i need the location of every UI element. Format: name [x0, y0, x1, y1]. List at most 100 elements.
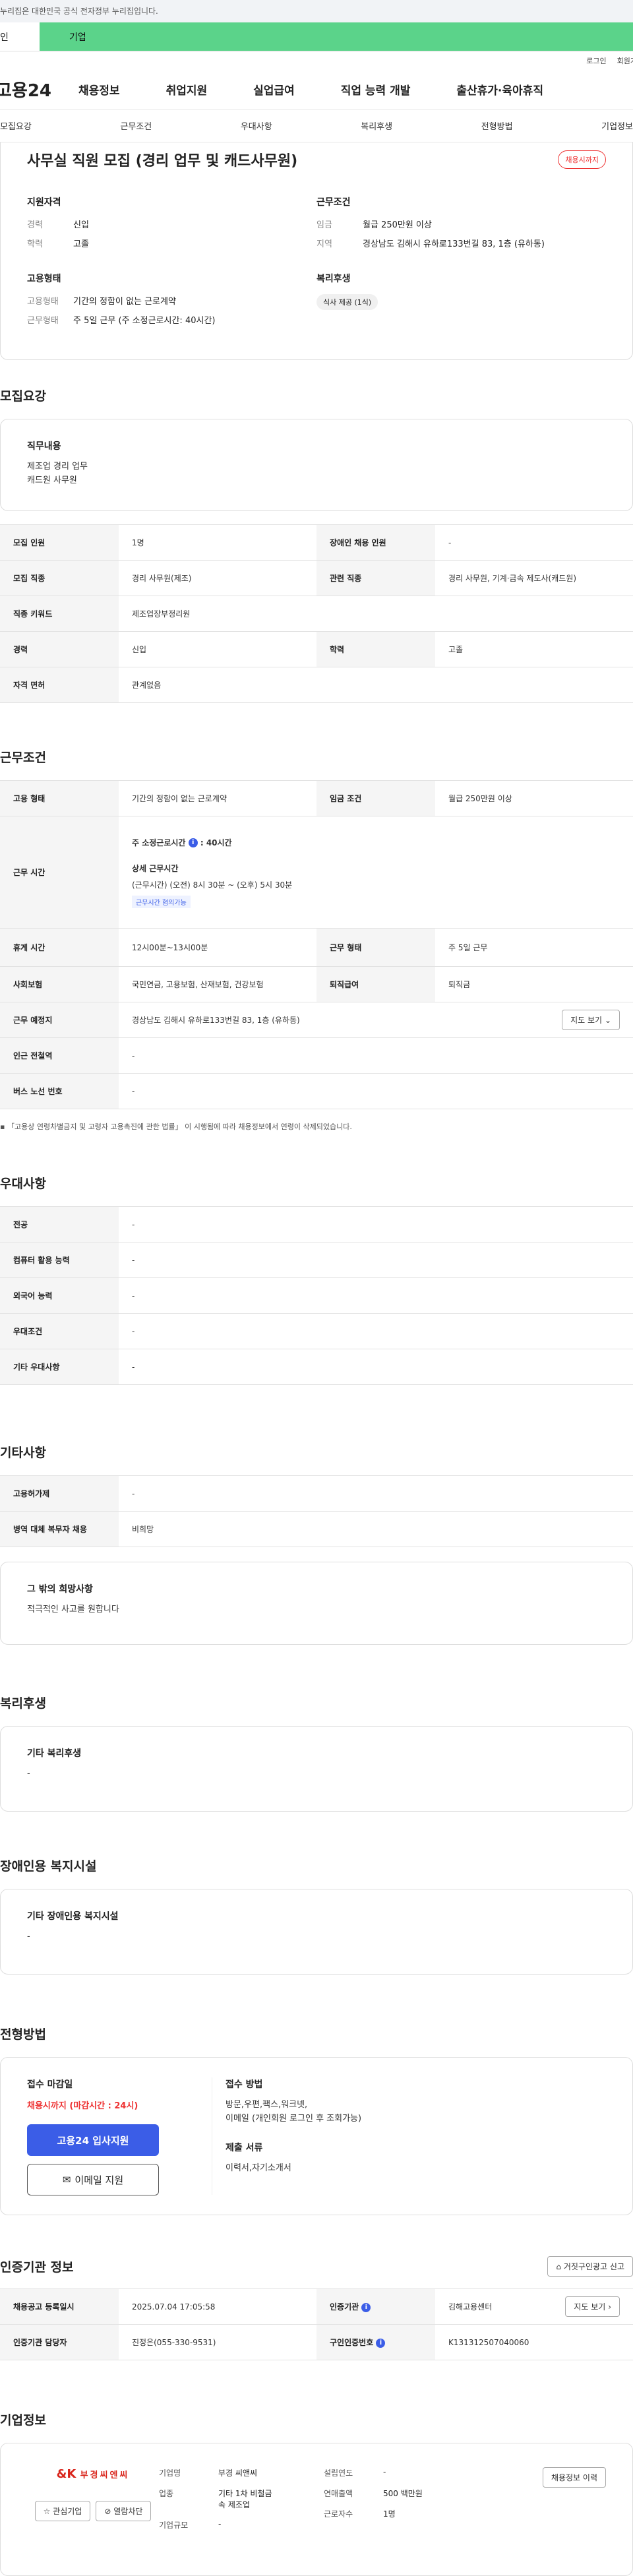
employees-key: 근로자수	[324, 2509, 353, 2519]
table-row: 채용공고 등록일시 2025.07.04 17:05:58 인증기관 i 김해고용센…	[0, 2288, 633, 2325]
method-line-1: 방문,우편,팩스,워크넷,	[226, 2100, 308, 2110]
tab-person-label: 인	[0, 32, 9, 43]
subnav-welfare[interactable]: 복리후생	[361, 119, 392, 132]
etc-title: 기타사항	[0, 1446, 46, 1460]
cert-map-label: 지도 보기	[574, 2302, 606, 2312]
disab-section: 장애인용 복지시설 기타 장애인용 복지시설 -	[0, 1812, 633, 1975]
other-wish-heading: 그 밖의 희망사항	[27, 1584, 93, 1595]
tab-person[interactable]: 인	[0, 22, 40, 51]
block-view-button[interactable]: ⊘ 열람차단	[96, 2501, 152, 2521]
job-title: 사무실 직원 모집 (경리 업무 및 캐드사무원)	[27, 153, 298, 169]
place-cell: 경상남도 김해시 유하로133번길 83, 1층 (유하동) 지도 보기 ⌄	[119, 1002, 633, 1038]
detail-hours-tag: 근무시간 협의가능	[132, 895, 191, 908]
email-apply-button[interactable]: ✉ 이메일 지원	[27, 2164, 159, 2195]
pref-title: 우대사항	[0, 1177, 46, 1191]
emptype-value: 기간의 정함이 없는 근로계약	[73, 297, 176, 307]
gnb-item-leave[interactable]: 출산휴가·육아휴직	[456, 81, 543, 98]
welfare-box-value: -	[27, 1769, 30, 1779]
gnb-item-unemployment[interactable]: 실업급여	[253, 81, 295, 98]
worktype-value: 주 5일 근무 (주 소정근로시간: 40시간)	[73, 316, 216, 326]
subnav-select[interactable]: 전형방법	[481, 119, 513, 132]
block-label: 열람차단	[113, 2507, 143, 2516]
star-icon: ☆	[43, 2507, 51, 2516]
map-button-label: 지도 보기	[570, 1016, 603, 1025]
cert-org-inner: 김해고용센터 지도 보기 ›	[448, 2296, 633, 2317]
emptype-key: 고용형태	[27, 297, 59, 307]
row-key: 고용 형태	[0, 780, 119, 816]
cert-num-key: 구인인증번호	[330, 2338, 374, 2347]
info-icon[interactable]: i	[376, 2338, 386, 2348]
company-name-key: 기업명	[159, 2469, 181, 2478]
place-cell-inner: 경상남도 김해시 유하로133번길 83, 1층 (유하동) 지도 보기 ⌄	[132, 1010, 633, 1030]
row-key: 장애인 채용 인원	[316, 524, 435, 561]
company-info-col-2: 설립연도 - 연매출액 500 백만원 근로자수 1명	[324, 2467, 456, 2552]
edu-value: 고졸	[73, 239, 89, 249]
subnav-company[interactable]: 기업정보	[601, 119, 633, 132]
year-row: 설립연도 -	[324, 2467, 456, 2478]
method-line-2: 이메일 (개인회원 로그인 후 조회가능)	[226, 2113, 362, 2124]
deadline-value: 채용시까지 (마감시간 : 24시)	[27, 2101, 138, 2111]
table-row: 근무 시간 주 소정근로시간 i : 40시간 상세 근무시간 (근무시간) (…	[0, 816, 633, 929]
edu-row: 학력 고졸	[27, 237, 316, 249]
duty-line-1: 제조업 경리 업무	[27, 462, 88, 472]
info-icon[interactable]: i	[188, 838, 198, 847]
subnav-work[interactable]: 근무조건	[120, 119, 152, 132]
etc-section: 기타사항 고용허가제 - 병역 대체 복무자 채용 비희망 그 밖의 희망사항 적극…	[0, 1385, 633, 1645]
duty-line-2: 캐드원 사무원	[27, 475, 77, 485]
company-title: 기업정보	[0, 2413, 46, 2428]
tab-company[interactable]: 기업	[40, 22, 633, 51]
map-button[interactable]: 지도 보기 ⌄	[562, 1010, 620, 1030]
row-key: 구인인증번호 i	[316, 2324, 435, 2360]
row-value: -	[119, 1242, 633, 1278]
recruit-table: 모집 인원 1명 장애인 채용 인원 - 모집 직종 경리 사무원(제조) 관련 직종 경리…	[0, 524, 633, 703]
gnb-item-employment-support[interactable]: 취업지원	[166, 81, 208, 98]
employees-value: 1명	[383, 2509, 396, 2519]
welfare-box-heading: 기타 복리후생	[27, 1748, 82, 1759]
row-value: -	[119, 1277, 633, 1314]
welfare-card: 기타 복리후생 -	[0, 1726, 633, 1812]
region-key: 지역	[316, 239, 332, 249]
row-value: -	[119, 1349, 633, 1385]
history-button[interactable]: 채용정보 이력	[542, 2467, 606, 2488]
favorite-label: 관심기업	[53, 2507, 82, 2516]
method-heading: 접수 방법	[226, 2079, 263, 2090]
subnav-pref[interactable]: 우대사항	[241, 119, 272, 132]
wage-value: 월급 250만원 이상	[363, 220, 432, 230]
login-link[interactable]: 로그인	[586, 55, 606, 70]
docs-heading: 제출 서류	[226, 2142, 263, 2153]
row-value: -	[119, 1475, 633, 1512]
year-key: 설립연도	[324, 2469, 353, 2478]
size-row: 기업규모 -	[159, 2519, 311, 2530]
select-left: 접수 마감일 채용시까지 (마감시간 : 24시) 고용24 입사지원 ✉ 이메일…	[27, 2077, 212, 2195]
subnav-recruit[interactable]: 모집요강	[0, 119, 32, 132]
row-value: 2025.07.04 17:05:58	[119, 2288, 316, 2325]
detail-hours-value: (근무시간) (오전) 8시 30분 ~ (오후) 5시 30분	[132, 880, 293, 890]
company-actions: ☆ 관심기업 ⊘ 열람차단	[34, 2501, 152, 2521]
gnb-item-training[interactable]: 직업 능력 개발	[341, 81, 411, 98]
apply-button[interactable]: 고용24 입사지원	[27, 2124, 159, 2156]
info-icon[interactable]: i	[361, 2302, 371, 2312]
row-key: 근무 시간	[0, 816, 119, 929]
condition-heading: 근무조건	[316, 197, 351, 208]
size-key: 기업규모	[159, 2521, 189, 2530]
row-value: 국민연금, 고용보험, 산재보험, 건강보험	[119, 966, 316, 1002]
gnb-item-jobs[interactable]: 채용정보	[78, 81, 120, 98]
row-key: 인증기관 담당자	[0, 2324, 119, 2360]
emptype-row: 고용형태 기간의 정함이 없는 근로계약	[27, 294, 316, 307]
report-button[interactable]: ⌂ 거짓구인광고 신고	[547, 2256, 633, 2277]
favorite-company-button[interactable]: ☆ 관심기업	[34, 2501, 91, 2521]
table-row: 근무 예정지 경상남도 김해시 유하로133번길 83, 1층 (유하동) 지도…	[0, 1002, 633, 1038]
join-link[interactable]: 회원가	[617, 55, 633, 70]
row-key: 근무 예정지	[0, 1002, 119, 1038]
utility-links: 로그인 회원가	[0, 51, 633, 70]
worktype-row: 근무형태 주 5일 근무 (주 소정근로시간: 40시간)	[27, 313, 316, 326]
table-row: 모집 인원 1명 장애인 채용 인원 -	[0, 524, 633, 561]
duty-heading: 직무내용	[27, 441, 61, 452]
cert-map-button[interactable]: 지도 보기 ›	[565, 2296, 620, 2317]
table-row: 고용 형태 기간의 정함이 없는 근로계약 임금 조건 월급 250만원 이상	[0, 780, 633, 816]
row-value: 고졸	[435, 631, 633, 667]
report-button-label: 거짓구인광고 신고	[563, 2262, 624, 2271]
row-value: -	[119, 1037, 633, 1074]
site-logo[interactable]: 고용24	[0, 77, 78, 102]
size-value: -	[218, 2519, 222, 2529]
